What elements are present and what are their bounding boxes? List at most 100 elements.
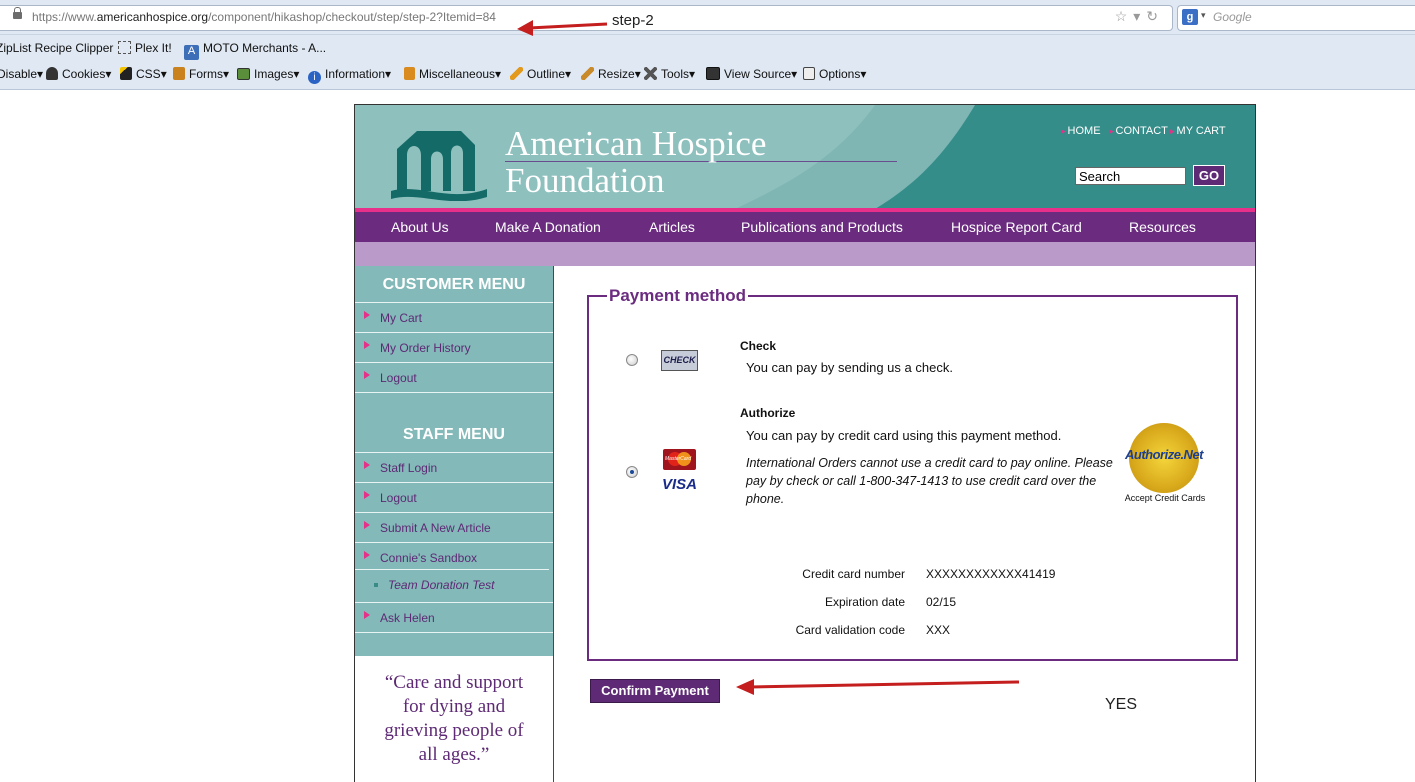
devbar-forms[interactable]: Forms▾ — [173, 67, 229, 81]
sidebar-subitem-team-donation[interactable]: Team Donation Test — [355, 569, 549, 600]
arrow-right-icon — [364, 371, 370, 379]
bookmarks-bar: ZipList Recipe Clipper Plex It! A MOTO Me… — [0, 35, 1415, 61]
mastercard-label: MasterCard — [665, 456, 692, 462]
sidebar-item-logout[interactable]: Logout — [355, 362, 553, 393]
browser-search-input[interactable]: Google — [1213, 10, 1252, 24]
nav-publications[interactable]: Publications and Products — [741, 219, 903, 235]
arrow-right-icon — [364, 341, 370, 349]
radio-authorize[interactable] — [626, 466, 638, 478]
browser-search-box[interactable]: g ▾ Google — [1177, 5, 1415, 31]
devbar-css[interactable]: CSS▾ — [120, 67, 167, 81]
chevron-down-icon[interactable]: ▾ — [1201, 10, 1206, 21]
toplink-my-cart[interactable]: ▸ MY CART — [1170, 125, 1226, 137]
main-nav: About Us Make A Donation Articles Public… — [355, 212, 1255, 242]
dotted-square-icon — [118, 41, 131, 54]
authorize-net-seal-text[interactable]: Authorize.Net — [1121, 447, 1207, 462]
check-logo-icon: CHECK — [661, 350, 698, 371]
arrow-right-icon — [364, 311, 370, 319]
payment-method-legend: Payment method — [607, 286, 748, 306]
devbar-miscellaneous[interactable]: Miscellaneous▾ — [404, 67, 501, 81]
devbar-tools[interactable]: Tools▾ — [644, 67, 695, 81]
bullet-icon: ▸ — [1109, 126, 1114, 136]
devbar-information[interactable]: i Information▾ — [308, 67, 391, 84]
toplink-home[interactable]: ▸ HOME — [1061, 125, 1101, 137]
expiration-label: Expiration date — [824, 595, 905, 609]
sidebar-item-order-history[interactable]: My Order History — [355, 332, 553, 362]
header-swoosh-background — [355, 105, 975, 209]
nav-hospice-report-card[interactable]: Hospice Report Card — [951, 219, 1082, 235]
arrow-right-icon — [364, 491, 370, 499]
authorize-title: Authorize — [740, 406, 796, 420]
bookmark-ziplist[interactable]: ZipList Recipe Clipper — [0, 41, 113, 55]
bullet-icon: ▸ — [1061, 126, 1066, 136]
nav-articles[interactable]: Articles — [649, 219, 695, 235]
bullet-icon: ▸ — [1170, 126, 1175, 136]
radio-check[interactable] — [626, 354, 638, 366]
sidebar-quote: “Care and support for dying and grieving… — [384, 672, 524, 765]
sidebar: CUSTOMER MENU My Cart My Order History L… — [355, 266, 553, 656]
browser-toolbar: https://www.americanhospice.org/componen… — [0, 0, 1415, 35]
visa-logo: VISA — [662, 476, 698, 493]
site-title-line2: Foundation — [505, 161, 665, 200]
subnav-bar — [355, 242, 1255, 266]
search-go-button[interactable]: GO — [1193, 165, 1225, 186]
sidebar-item-submit-article[interactable]: Submit A New Article — [355, 512, 553, 542]
site-title-line1: American Hospice — [505, 124, 767, 163]
authorize-note: International Orders cannot use a credit… — [746, 456, 1113, 506]
customer-menu-heading: CUSTOMER MENU — [382, 276, 526, 293]
pencil-icon — [510, 67, 523, 80]
tools-icon — [644, 67, 657, 80]
cc-number-value: XXXXXXXXXXXX41419 — [926, 567, 1056, 581]
arrow-right-icon — [364, 611, 370, 619]
address-url[interactable]: https://www.americanhospice.org/componen… — [32, 10, 496, 24]
person-icon — [46, 67, 58, 80]
check-description: You can pay by sending us a check. — [746, 360, 953, 375]
step-annotation: step-2 — [612, 12, 654, 29]
cvv-value: XXX — [926, 623, 951, 637]
site-search-input[interactable]: Search — [1075, 167, 1186, 185]
clipboard-icon — [173, 67, 185, 80]
cvv-label: Card validation code — [795, 623, 905, 637]
devbar-view-source[interactable]: View Source▾ — [706, 67, 797, 81]
image-icon — [237, 68, 250, 80]
terminal-icon — [706, 67, 720, 80]
sidebar-item-staff-logout[interactable]: Logout — [355, 482, 553, 512]
annotation-arrow-confirm — [736, 679, 1020, 695]
annotation-arrow-url — [517, 20, 608, 36]
devbar-images[interactable]: Images▾ — [237, 67, 299, 81]
devbar-outline[interactable]: Outline▾ — [510, 67, 571, 81]
seal-caption: Accept Credit Cards — [1124, 493, 1206, 503]
arrow-right-icon — [364, 551, 370, 559]
confirm-payment-button[interactable]: Confirm Payment — [590, 679, 720, 703]
devbar-cookies[interactable]: Cookies▾ — [46, 67, 111, 81]
web-developer-toolbar: Disable▾ Cookies▾ CSS▾ Forms▾ Images▾ iI… — [0, 61, 1415, 90]
bullet-square-icon — [374, 583, 378, 587]
nav-make-a-donation[interactable]: Make A Donation — [495, 219, 601, 235]
sidebar-item-ask-helen[interactable]: Ask Helen — [355, 602, 553, 633]
options-icon — [803, 67, 815, 80]
ruler-icon — [581, 67, 594, 80]
staff-menu-heading: STAFF MENU — [403, 426, 505, 443]
bookmark-moto[interactable]: A MOTO Merchants - A... — [184, 41, 326, 60]
sidebar-item-connies-sandbox[interactable]: Connie's Sandbox — [355, 542, 553, 572]
cc-number-label: Credit card number — [802, 567, 905, 581]
devbar-resize[interactable]: Resize▾ — [581, 67, 641, 81]
devbar-disable[interactable]: Disable▾ — [0, 67, 43, 81]
content-divider — [553, 266, 554, 656]
nav-resources[interactable]: Resources — [1129, 219, 1196, 235]
google-icon[interactable]: g — [1182, 9, 1198, 25]
bookmark-plexit[interactable]: Plex It! — [118, 41, 172, 55]
wand-icon — [120, 67, 132, 80]
toplink-contact[interactable]: ▸ CONTACT — [1109, 125, 1168, 137]
nav-about-us[interactable]: About Us — [391, 219, 449, 235]
sidebar-item-staff-login[interactable]: Staff Login — [355, 452, 553, 482]
arrow-right-icon — [364, 521, 370, 529]
check-title: Check — [740, 339, 777, 353]
lock-icon — [13, 7, 22, 19]
bookmark-star-icon[interactable]: ☆▾↻ — [1115, 8, 1164, 25]
site-header: American Hospice Foundation ▸ HOME ▸ CONTA… — [355, 105, 1255, 209]
arrow-right-icon — [364, 461, 370, 469]
authorize-description: You can pay by credit card using this pa… — [746, 428, 1062, 443]
sidebar-item-my-cart[interactable]: My Cart — [355, 302, 553, 332]
devbar-options[interactable]: Options▾ — [803, 67, 866, 81]
